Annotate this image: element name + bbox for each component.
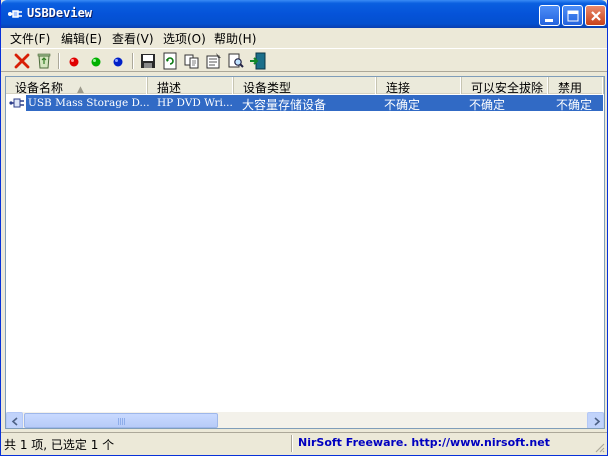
arrow-right-icon: [594, 417, 601, 426]
delete-red-x-icon[interactable]: [13, 52, 31, 70]
cell-connected: 不确定: [384, 98, 421, 111]
menu-bar: 文件(F) 编辑(E) 查看(V) 选项(O) 帮助(H): [1, 28, 607, 47]
table-row[interactable]: USB Mass Storage D... HP DVD Wri... 大容量存…: [7, 95, 603, 111]
recycle-bin-icon[interactable]: [35, 52, 53, 70]
cell-disabled: 不确定: [556, 98, 593, 111]
cell-safe-to-unplug: 不确定: [469, 98, 506, 111]
usb-device-icon: [9, 98, 24, 108]
cell-device-name: USB Mass Storage D...: [28, 97, 150, 109]
column-description[interactable]: 描述: [148, 77, 234, 94]
status-divider: [291, 435, 293, 452]
window-title: USBDeview: [27, 6, 93, 20]
nirsoft-link[interactable]: NirSoft Freeware. http://www.nirsoft.net: [298, 436, 550, 449]
toolbar: [1, 48, 607, 72]
green-dot-enable-icon[interactable]: [87, 52, 105, 70]
minimize-icon: [545, 19, 553, 22]
menu-help[interactable]: 帮助(H): [214, 30, 256, 47]
exit-door-icon[interactable]: [249, 52, 267, 70]
arrow-left-icon: [11, 417, 18, 426]
column-label: 设备名称: [15, 81, 64, 94]
cell-device-type: 大容量存储设备: [242, 98, 327, 111]
list-header: 设备名称 ▲ 描述 设备类型 连接 可以安全拔除 禁用: [6, 77, 604, 94]
blue-dot-icon[interactable]: [109, 52, 127, 70]
resize-grip-icon[interactable]: [593, 441, 605, 453]
maximize-icon: [567, 10, 579, 22]
column-disabled[interactable]: 禁用: [549, 77, 604, 94]
usb-plug-icon: [8, 10, 22, 18]
properties-icon[interactable]: [205, 52, 223, 70]
close-button[interactable]: [585, 5, 606, 26]
refresh-icon[interactable]: [161, 52, 179, 70]
title-bar[interactable]: USBDeview: [1, 0, 607, 28]
toolbar-separator: [132, 53, 134, 69]
red-dot-disable-icon[interactable]: [65, 52, 83, 70]
toolbar-separator: [58, 53, 60, 69]
menu-options[interactable]: 选项(O): [163, 30, 206, 47]
scroll-thumb[interactable]: [24, 413, 218, 428]
menu-view[interactable]: 查看(V): [112, 30, 154, 47]
column-safe-to-unplug[interactable]: 可以安全拔除: [462, 77, 549, 94]
status-bar: 共 1 项, 已选定 1 个 NirSoft Freeware. http://…: [1, 432, 607, 455]
cell-description: HP DVD Wri...: [157, 97, 233, 109]
copy-icon[interactable]: [183, 52, 201, 70]
maximize-button[interactable]: [562, 5, 583, 26]
minimize-button[interactable]: [539, 5, 560, 26]
sort-ascending-icon: ▲: [77, 85, 84, 94]
device-list[interactable]: 设备名称 ▲ 描述 设备类型 连接 可以安全拔除 禁用 USB Mass Stor…: [5, 76, 605, 429]
scroll-left-button[interactable]: [6, 412, 23, 428]
column-device-type[interactable]: 设备类型: [234, 77, 377, 94]
scroll-right-button[interactable]: [587, 412, 604, 428]
menu-file[interactable]: 文件(F): [10, 30, 50, 47]
save-floppy-icon[interactable]: [139, 52, 157, 70]
status-item-count: 共 1 项, 已选定 1 个: [4, 438, 115, 452]
close-icon: [591, 11, 601, 21]
column-device-name[interactable]: 设备名称 ▲: [6, 77, 148, 94]
app-window: USBDeview 文件(F) 编辑(E) 查看(V) 选项(O) 帮助(H): [0, 0, 608, 456]
grip-lines: [118, 418, 126, 425]
column-connected[interactable]: 连接: [377, 77, 462, 94]
horizontal-scrollbar[interactable]: [6, 412, 604, 428]
menu-edit[interactable]: 编辑(E): [61, 30, 102, 47]
find-icon[interactable]: [227, 52, 245, 70]
